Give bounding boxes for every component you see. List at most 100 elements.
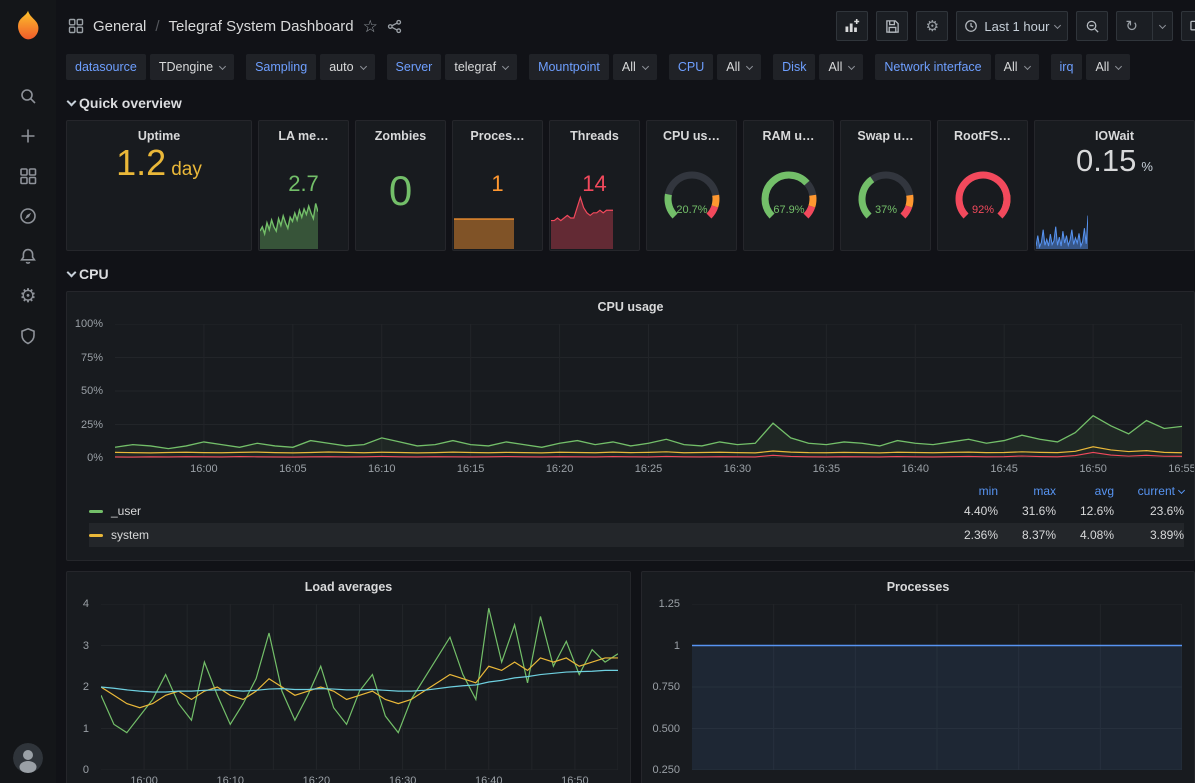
add-panel-icon — [844, 18, 860, 34]
uptime-value: 1.2 — [116, 145, 166, 181]
variable-value-dropdown[interactable]: All — [995, 54, 1039, 80]
variable-value-dropdown[interactable]: All — [613, 54, 657, 80]
legend-col-min[interactable]: min — [940, 484, 998, 498]
variable-label: Mountpoint — [529, 54, 609, 80]
panel-title[interactable]: Swap u… — [841, 121, 930, 145]
grafana-logo[interactable] — [11, 8, 45, 42]
dashboard-grid-icon — [68, 18, 84, 34]
search-button[interactable] — [8, 76, 48, 116]
svg-text:67.9%: 67.9% — [773, 204, 804, 216]
variable-label: Sampling — [246, 54, 316, 80]
tick-label: 4 — [83, 598, 89, 610]
create-button[interactable] — [8, 116, 48, 156]
tick-label: 1 — [83, 723, 89, 735]
panel-title[interactable]: CPU usage — [67, 292, 1194, 316]
variable-value-dropdown[interactable]: telegraf — [445, 54, 517, 80]
tick-label: 16:40 — [475, 775, 503, 783]
chevron-down-icon — [1023, 62, 1030, 69]
tick-label: 50% — [81, 385, 103, 397]
row-cpu[interactable]: CPU — [66, 261, 1195, 287]
dashboard-settings-button[interactable]: ⚙ — [916, 11, 948, 41]
panel-title[interactable]: Threads — [550, 121, 639, 145]
chevron-down-icon — [746, 62, 753, 69]
legend-current: 3.89% — [1114, 528, 1184, 542]
panel-title[interactable]: Processes — [642, 572, 1194, 596]
legend-col-current[interactable]: current — [1114, 484, 1184, 498]
panel-title[interactable]: Zombies — [356, 121, 445, 145]
variable-value-dropdown[interactable]: TDengine — [150, 54, 234, 80]
panel-title[interactable]: RootFS… — [938, 121, 1027, 145]
legend-max: 31.6% — [998, 504, 1056, 518]
tick-label: 16:20 — [546, 463, 574, 475]
processes-sparkline — [454, 189, 514, 249]
legend-col-max[interactable]: max — [998, 484, 1056, 498]
variables-bar: datasourceTDengineSamplingautoServertele… — [56, 52, 1195, 88]
legend-min: 4.40% — [940, 504, 998, 518]
series-color-mark — [89, 510, 103, 513]
grafana-logo-icon — [11, 8, 45, 42]
time-range-picker[interactable]: Last 1 hour — [956, 11, 1068, 41]
star-icon[interactable]: ☆ — [363, 18, 378, 35]
bell-icon — [19, 247, 37, 265]
dashboard-title[interactable]: Telegraf System Dashboard — [169, 18, 354, 35]
cpu-chart: 100%75%50%25%0% 16:0016:0516:1016:1516:2… — [73, 320, 1186, 476]
variable-cpu: CPUAll — [669, 54, 761, 80]
panel-title[interactable]: RAM u… — [744, 121, 833, 145]
breadcrumb-folder[interactable]: General — [93, 18, 146, 35]
variable-value-dropdown[interactable]: auto — [320, 54, 374, 80]
variable-label: datasource — [66, 54, 146, 80]
alerting-button[interactable] — [8, 236, 48, 276]
panel-title[interactable]: Proces… — [453, 121, 542, 145]
cpu-plot[interactable] — [115, 324, 1182, 458]
configuration-button[interactable]: ⚙ — [8, 276, 48, 316]
chevron-down-icon — [502, 62, 509, 69]
rootfs-gauge: 92% — [943, 166, 1023, 230]
refresh-button[interactable]: ↻ — [1117, 12, 1146, 40]
legend-avg: 4.08% — [1056, 528, 1114, 542]
chevron-down-icon — [642, 62, 649, 69]
server-admin-button[interactable] — [8, 316, 48, 356]
tick-label: 16:05 — [279, 463, 307, 475]
tick-label: 16:40 — [901, 463, 929, 475]
user-avatar[interactable] — [13, 743, 43, 773]
panel-cpu-usage-gauge: CPU us… 20.7% — [646, 120, 737, 251]
save-dashboard-button[interactable] — [876, 11, 908, 41]
tick-label: 16:50 — [1079, 463, 1107, 475]
legend-col-avg[interactable]: avg — [1056, 484, 1114, 498]
variable-value-dropdown[interactable]: All — [1086, 54, 1130, 80]
panel-title[interactable]: Load averages — [67, 572, 630, 596]
iowait-value: 0.15 — [1076, 145, 1136, 176]
uptime-unit: day — [171, 159, 202, 181]
legend-series-toggle[interactable]: system — [89, 528, 940, 542]
explore-button[interactable] — [8, 196, 48, 236]
tick-label: 16:50 — [561, 775, 589, 783]
processes-chart: 1.2510.7500.5000.250 — [648, 600, 1186, 783]
tv-mode-button[interactable] — [1181, 11, 1195, 41]
refresh-interval-dropdown[interactable] — [1152, 12, 1172, 40]
tick-label: 1.25 — [659, 598, 680, 610]
refresh-controls: ↻ — [1116, 11, 1173, 41]
zoom-out-button[interactable] — [1076, 11, 1108, 41]
legend-max: 8.37% — [998, 528, 1056, 542]
legend-series-toggle[interactable]: _user — [89, 504, 940, 518]
tick-label: 100% — [75, 318, 103, 330]
variable-value-dropdown[interactable]: All — [819, 54, 863, 80]
panel-title[interactable]: IOWait — [1035, 121, 1194, 145]
iowait-unit: % — [1141, 159, 1153, 174]
legend-current: 23.6% — [1114, 504, 1184, 518]
processes-plot[interactable] — [692, 604, 1182, 770]
share-icon[interactable] — [387, 19, 402, 34]
dashboards-grid-icon — [19, 167, 37, 185]
variable-value-dropdown[interactable]: All — [717, 54, 761, 80]
load-plot[interactable] — [101, 604, 618, 770]
dashboards-button[interactable] — [8, 156, 48, 196]
tick-label: 16:55 — [1168, 463, 1195, 475]
row-quick-overview[interactable]: Quick overview — [66, 90, 1195, 116]
row-title-label: Quick overview — [79, 95, 182, 111]
variable-network-interface: Network interfaceAll — [875, 54, 1038, 80]
shield-icon — [19, 327, 37, 345]
panel-title[interactable]: CPU us… — [647, 121, 736, 145]
panel-title[interactable]: LA me… — [259, 121, 348, 145]
svg-text:20.7%: 20.7% — [676, 204, 707, 216]
add-panel-button[interactable] — [836, 11, 868, 41]
